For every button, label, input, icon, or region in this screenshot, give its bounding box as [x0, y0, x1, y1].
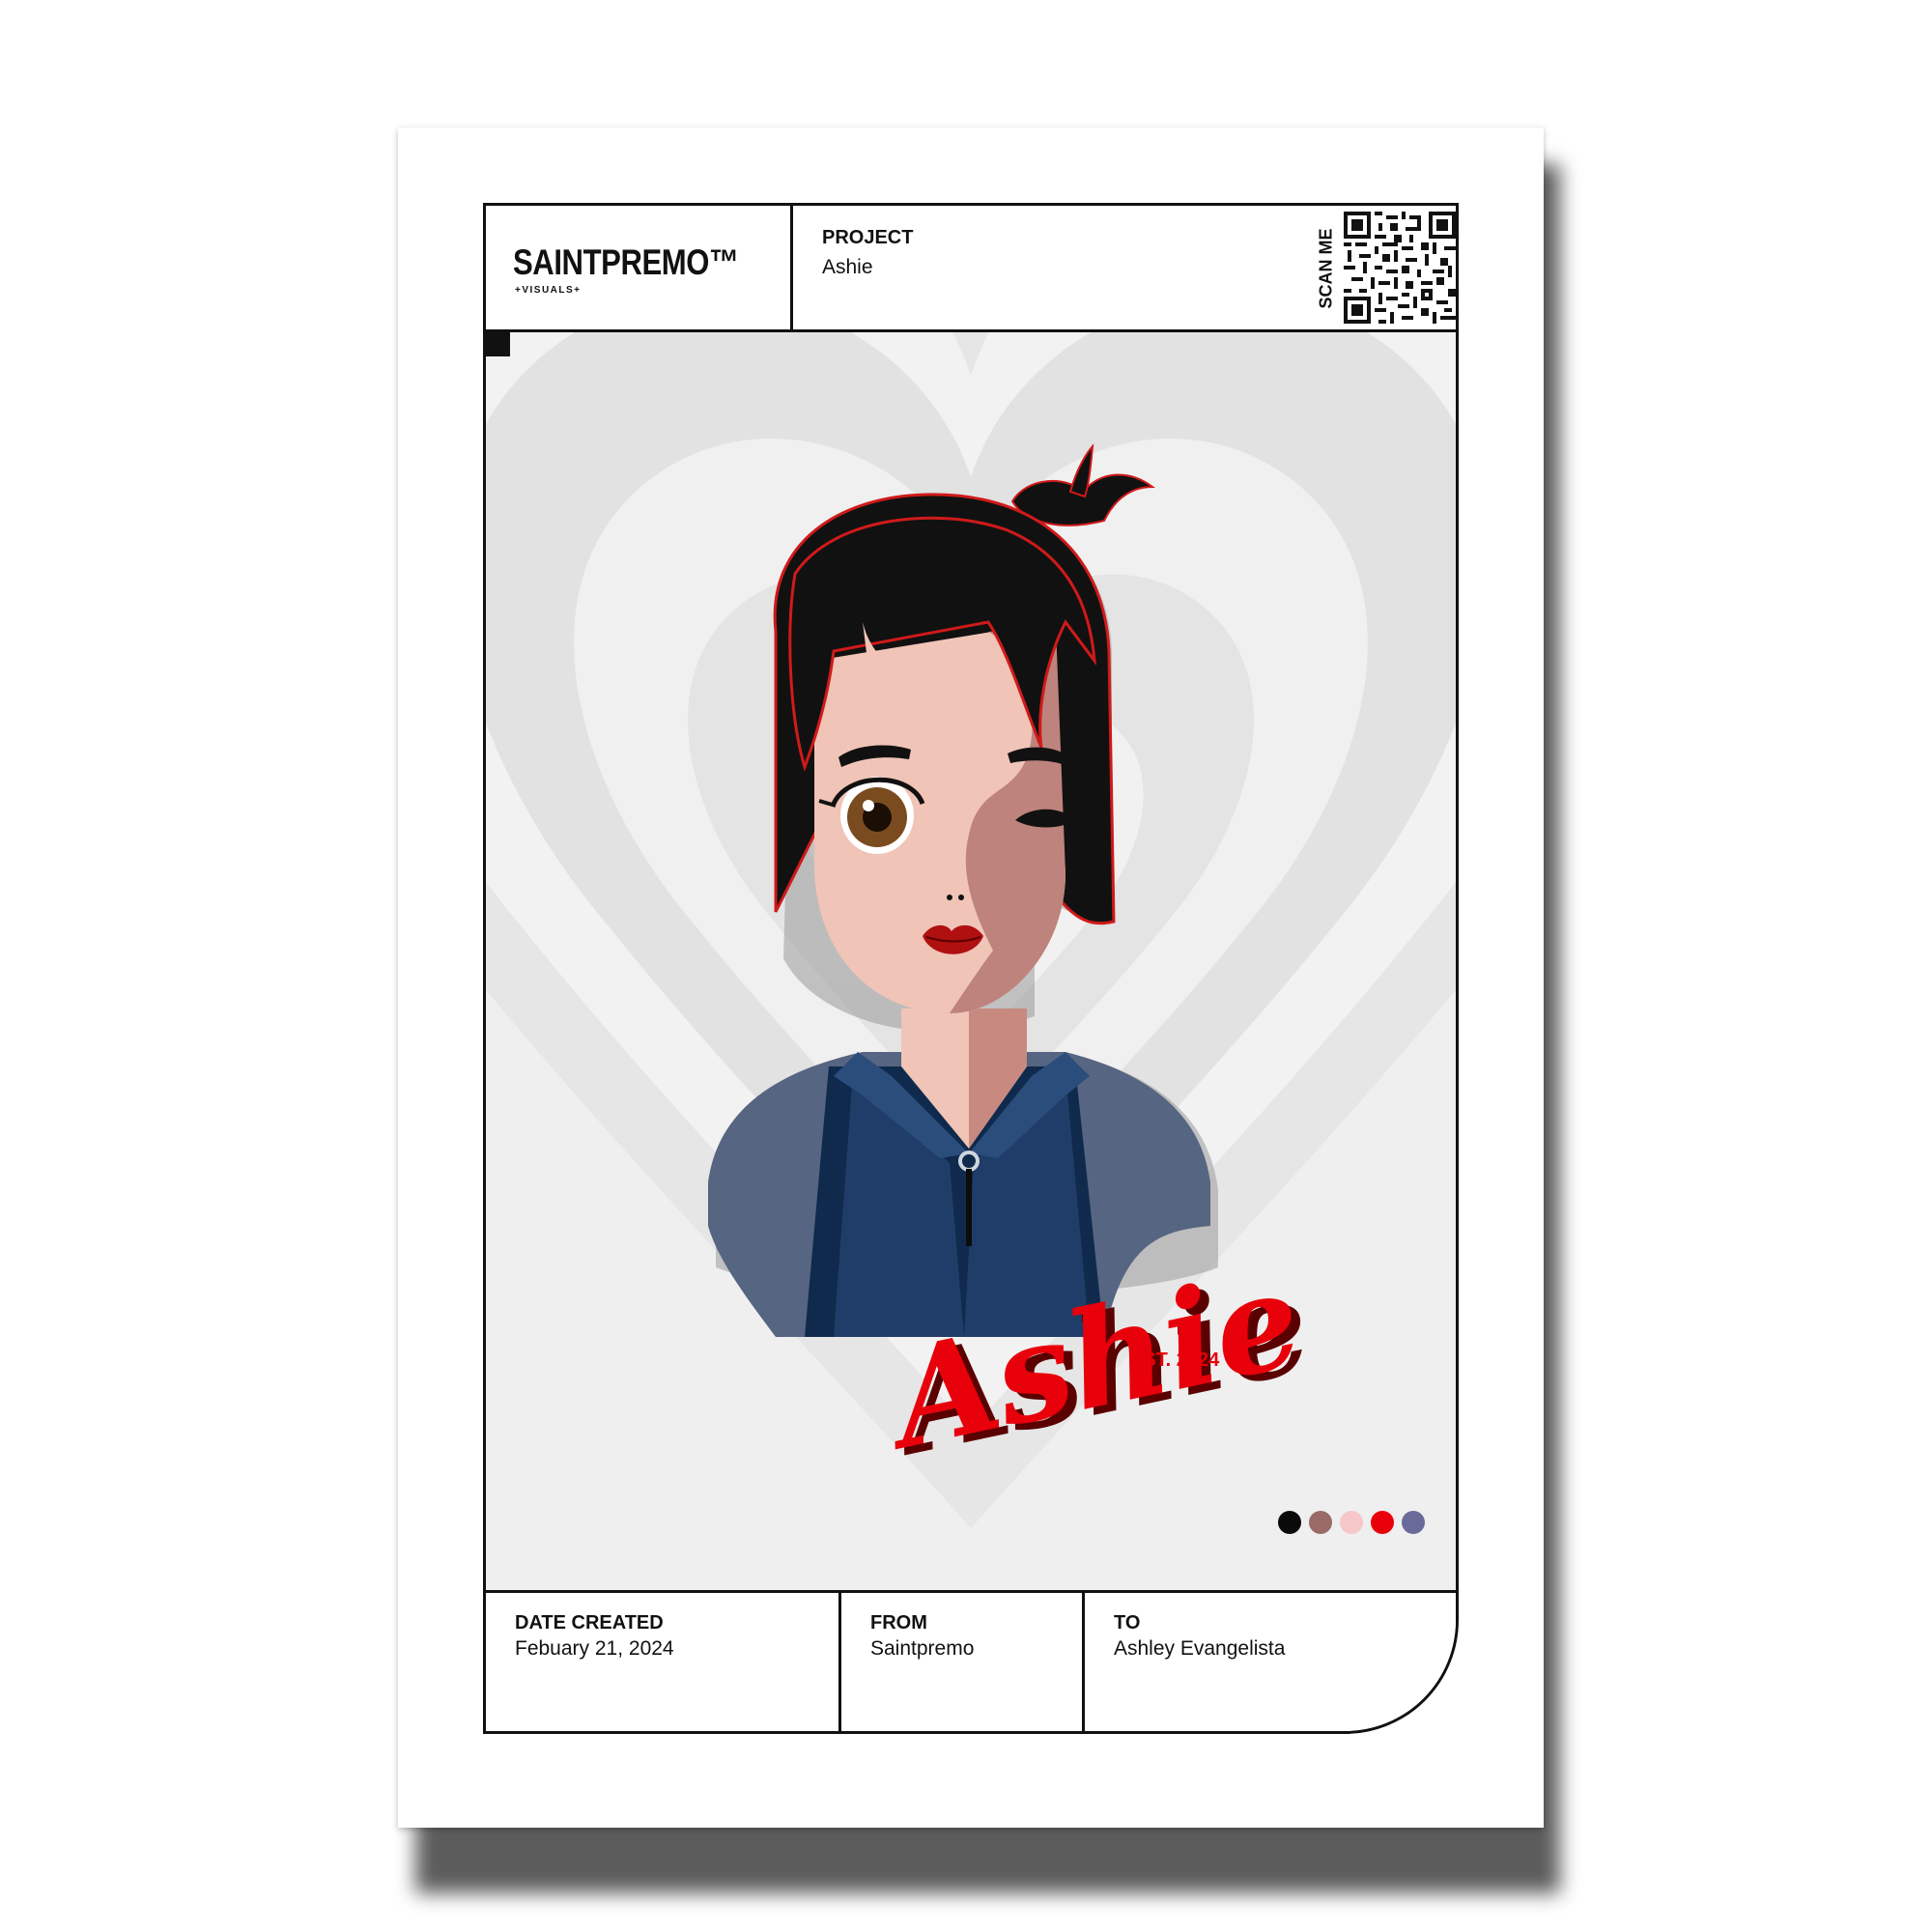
from-label: FROM	[870, 1612, 927, 1634]
palette-swatch-black	[1278, 1511, 1301, 1534]
artwork-canvas: Ashie Ashie EST. 2024	[486, 332, 1456, 1590]
poster-frame: SAINTPREMO™ +VISUALS+ PROJECT Ashie SCAN…	[483, 203, 1459, 1734]
palette-swatch-pink	[1340, 1511, 1363, 1534]
qr-code-icon[interactable]	[1344, 212, 1456, 324]
project-label: PROJECT	[822, 227, 914, 248]
corner-mark	[486, 332, 510, 356]
poster-footer: DATE CREATED Febuary 21, 2024 FROM Saint…	[486, 1590, 1456, 1731]
palette-swatch-mauve	[1309, 1511, 1332, 1534]
date-created-value: Febuary 21, 2024	[515, 1637, 674, 1660]
from-value: Saintpremo	[870, 1637, 975, 1660]
to-cell: TO Ashley Evangelista	[1085, 1593, 1456, 1731]
palette-swatch-red	[1371, 1511, 1394, 1534]
brand-subtitle: +VISUALS+	[515, 285, 582, 296]
brand-name: SAINTPREMO™	[513, 242, 739, 282]
to-label: TO	[1114, 1612, 1141, 1634]
from-cell: FROM Saintpremo	[841, 1593, 1085, 1731]
artwork-panel: Ashie Ashie EST. 2024	[486, 332, 1456, 1590]
project-value: Ashie	[822, 256, 873, 278]
established-label: EST. 2024	[1130, 1350, 1220, 1371]
scan-me-label-box: SCAN ME	[1312, 215, 1341, 322]
brand-cell: SAINTPREMO™ +VISUALS+	[486, 206, 793, 329]
project-cell: PROJECT Ashie	[793, 206, 1305, 329]
scan-me-label: SCAN ME	[1316, 228, 1336, 309]
date-created-label: DATE CREATED	[515, 1612, 664, 1634]
date-created-cell: DATE CREATED Febuary 21, 2024	[486, 1593, 841, 1731]
color-palette	[1278, 1511, 1433, 1536]
to-value: Ashley Evangelista	[1114, 1637, 1286, 1660]
palette-swatch-slate	[1402, 1511, 1425, 1534]
poster: SAINTPREMO™ +VISUALS+ PROJECT Ashie SCAN…	[398, 128, 1544, 1828]
poster-header: SAINTPREMO™ +VISUALS+ PROJECT Ashie SCAN…	[486, 206, 1456, 332]
